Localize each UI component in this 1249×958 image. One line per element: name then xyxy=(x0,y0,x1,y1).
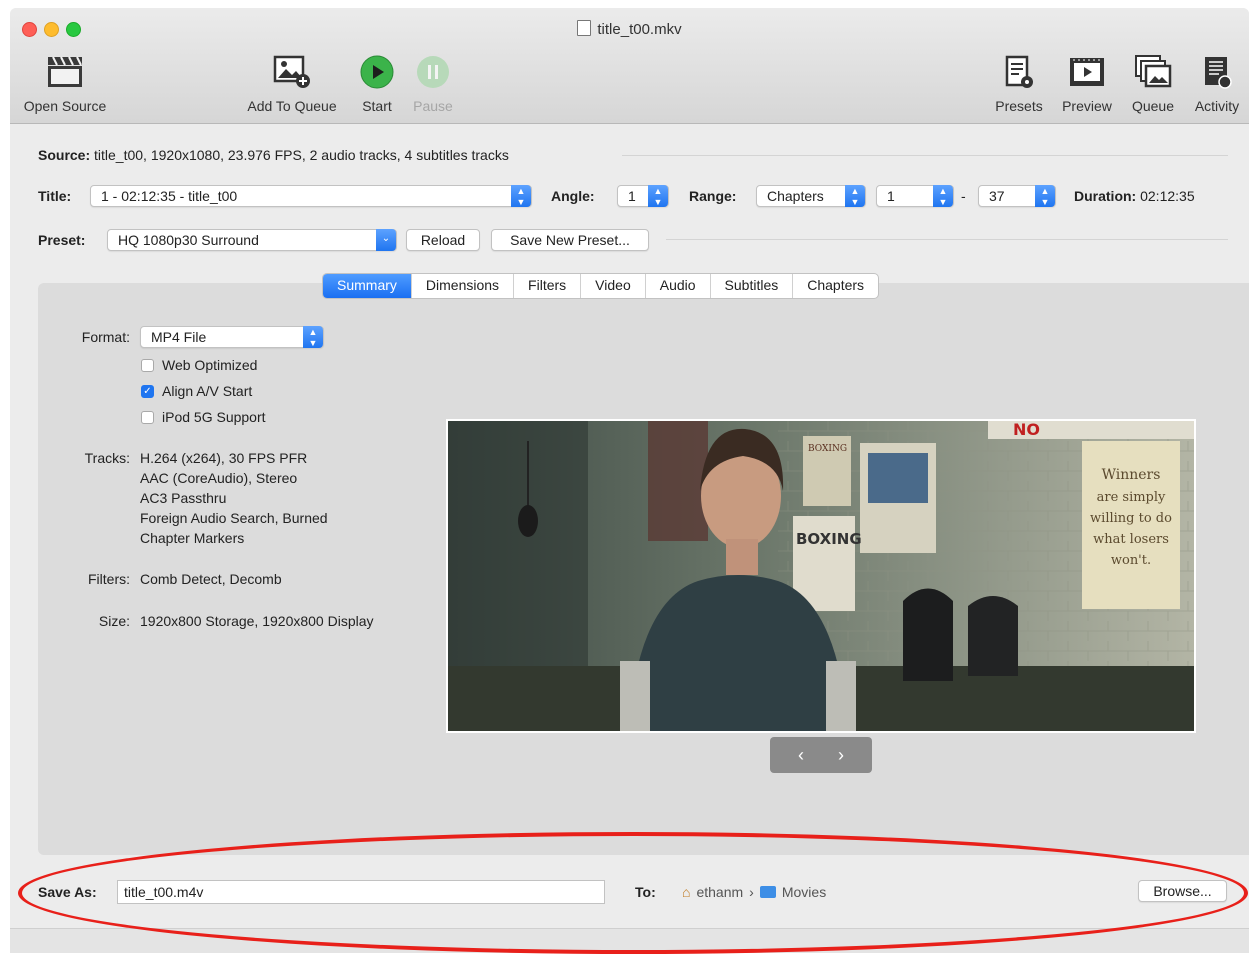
angle-select[interactable]: 1 ▲ ▼ xyxy=(617,185,669,207)
save-new-preset-button[interactable]: Save New Preset... xyxy=(491,229,649,251)
track-item: H.264 (x264), 30 FPS PFR xyxy=(140,450,308,466)
track-item: AAC (CoreAudio), Stereo xyxy=(140,470,298,486)
tab-summary[interactable]: Summary xyxy=(323,274,411,298)
track-item: AC3 Passthru xyxy=(140,490,227,506)
checkbox-box xyxy=(141,358,154,372)
app-window: title_t00.mkv Open Source Add To Queue S… xyxy=(10,8,1249,953)
tracks-label: Tracks: xyxy=(84,450,130,466)
tab-dimensions[interactable]: Dimensions xyxy=(410,274,513,298)
svg-text:BOXING: BOXING xyxy=(808,444,847,454)
destination-path[interactable]: ⌂ ethanm › Movies xyxy=(682,884,826,900)
save-as-field[interactable]: title_t00.m4v xyxy=(117,880,605,904)
start-button[interactable]: Start xyxy=(356,52,398,114)
queue-button[interactable]: Queue xyxy=(1126,52,1180,114)
home-icon: ⌂ xyxy=(682,884,691,900)
add-to-queue-button[interactable]: Add To Queue xyxy=(238,52,346,114)
presets-icon xyxy=(990,52,1048,92)
tab-video[interactable]: Video xyxy=(580,274,645,298)
range-label: Range: xyxy=(689,188,737,204)
chevron-updown-icon: ▲ ▼ xyxy=(845,185,865,207)
preview-frame: BOXING BOXING NO Winners are simply will… xyxy=(446,419,1196,733)
preset-label: Preset: xyxy=(38,232,86,248)
range-dash: - xyxy=(961,188,966,204)
chevron-left-icon[interactable]: ‹ xyxy=(798,745,804,766)
activity-button[interactable]: Activity xyxy=(1186,52,1248,114)
preview-nav: ‹ › xyxy=(770,737,872,773)
range-type-select[interactable]: Chapters ▲ ▼ xyxy=(756,185,866,207)
browse-button[interactable]: Browse... xyxy=(1138,880,1227,902)
status-bar xyxy=(10,928,1249,953)
tracks-list: H.264 (x264), 30 FPS PFR AAC (CoreAudio)… xyxy=(140,448,328,548)
window-title: title_t00.mkv xyxy=(10,20,1249,38)
filters-value: Comb Detect, Decomb xyxy=(140,571,282,587)
activity-icon xyxy=(1186,52,1248,92)
tab-filters[interactable]: Filters xyxy=(513,274,580,298)
chevron-updown-icon: ▲ ▼ xyxy=(511,185,531,207)
format-label: Format: xyxy=(81,329,130,345)
add-to-queue-icon xyxy=(238,52,346,92)
save-as-label: Save As: xyxy=(38,884,97,900)
svg-text:BOXING: BOXING xyxy=(796,530,862,548)
svg-text:willing to do: willing to do xyxy=(1090,511,1172,526)
filters-label: Filters: xyxy=(88,571,130,587)
source-value: title_t00, 1920x1080, 23.976 FPS, 2 audi… xyxy=(94,147,509,163)
tab-audio[interactable]: Audio xyxy=(644,274,710,298)
pause-icon xyxy=(410,52,456,92)
svg-text:are simply: are simply xyxy=(1097,490,1166,505)
size-label: Size: xyxy=(98,613,130,629)
format-select[interactable]: MP4 File ▲ ▼ xyxy=(140,326,324,348)
ipod-5g-support-checkbox[interactable]: iPod 5G Support xyxy=(141,409,266,425)
title-select[interactable]: 1 - 02:12:35 - title_t00 ▲ ▼ xyxy=(90,185,532,207)
to-label: To: xyxy=(635,884,656,900)
track-item: Foreign Audio Search, Burned xyxy=(140,510,328,526)
preview-icon xyxy=(1056,52,1118,92)
svg-text:Winners: Winners xyxy=(1102,467,1161,483)
reload-button[interactable]: Reload xyxy=(406,229,480,251)
folder-icon xyxy=(759,886,776,898)
title-label: Title: xyxy=(38,188,72,204)
tab-subtitles[interactable]: Subtitles xyxy=(709,274,793,298)
duration: Duration: 02:12:35 xyxy=(1074,188,1195,204)
range-end-select[interactable]: 37 ▲ ▼ xyxy=(978,185,1056,207)
chevron-updown-icon: ▲ ▼ xyxy=(303,326,323,348)
align-av-start-checkbox[interactable]: ✓ Align A/V Start xyxy=(141,383,252,399)
size-value: 1920x800 Storage, 1920x800 Display xyxy=(140,613,374,629)
movie-preview-image: BOXING BOXING NO Winners are simply will… xyxy=(448,421,1194,731)
tab-bar: Summary Dimensions Filters Video Audio S… xyxy=(322,273,880,299)
divider xyxy=(666,239,1228,240)
chevron-down-icon: ⌄ xyxy=(376,229,396,251)
svg-text:won't.: won't. xyxy=(1111,553,1151,568)
open-source-button[interactable]: Open Source xyxy=(20,52,110,114)
checkmark-icon: ✓ xyxy=(141,384,154,398)
presets-button[interactable]: Presets xyxy=(990,52,1048,114)
range-start-select[interactable]: 1 ▲ ▼ xyxy=(876,185,954,207)
tab-chapters[interactable]: Chapters xyxy=(792,274,878,298)
clapperboard-icon xyxy=(20,52,110,92)
web-optimized-checkbox[interactable]: Web Optimized xyxy=(141,357,257,373)
queue-icon xyxy=(1126,52,1180,92)
track-item: Chapter Markers xyxy=(140,530,245,546)
svg-text:NO: NO xyxy=(1013,421,1040,439)
svg-text:what losers: what losers xyxy=(1093,532,1169,547)
duration-value: 02:12:35 xyxy=(1140,188,1195,204)
chevron-updown-icon: ▲ ▼ xyxy=(1035,185,1055,207)
pause-button[interactable]: Pause xyxy=(410,52,456,114)
checkbox-box xyxy=(141,410,154,424)
play-icon xyxy=(356,52,398,92)
document-icon xyxy=(577,20,592,36)
preview-button[interactable]: Preview xyxy=(1056,52,1118,114)
divider xyxy=(622,155,1228,156)
angle-label: Angle: xyxy=(551,188,595,204)
toolbar: title_t00.mkv Open Source Add To Queue S… xyxy=(10,8,1249,124)
preset-select[interactable]: HQ 1080p30 Surround ⌄ xyxy=(107,229,397,251)
chevron-updown-icon: ▲ ▼ xyxy=(933,185,953,207)
chevron-right-icon[interactable]: › xyxy=(838,745,844,766)
chevron-updown-icon: ▲ ▼ xyxy=(648,185,668,207)
source-info: Source: title_t00, 1920x1080, 23.976 FPS… xyxy=(38,147,509,163)
